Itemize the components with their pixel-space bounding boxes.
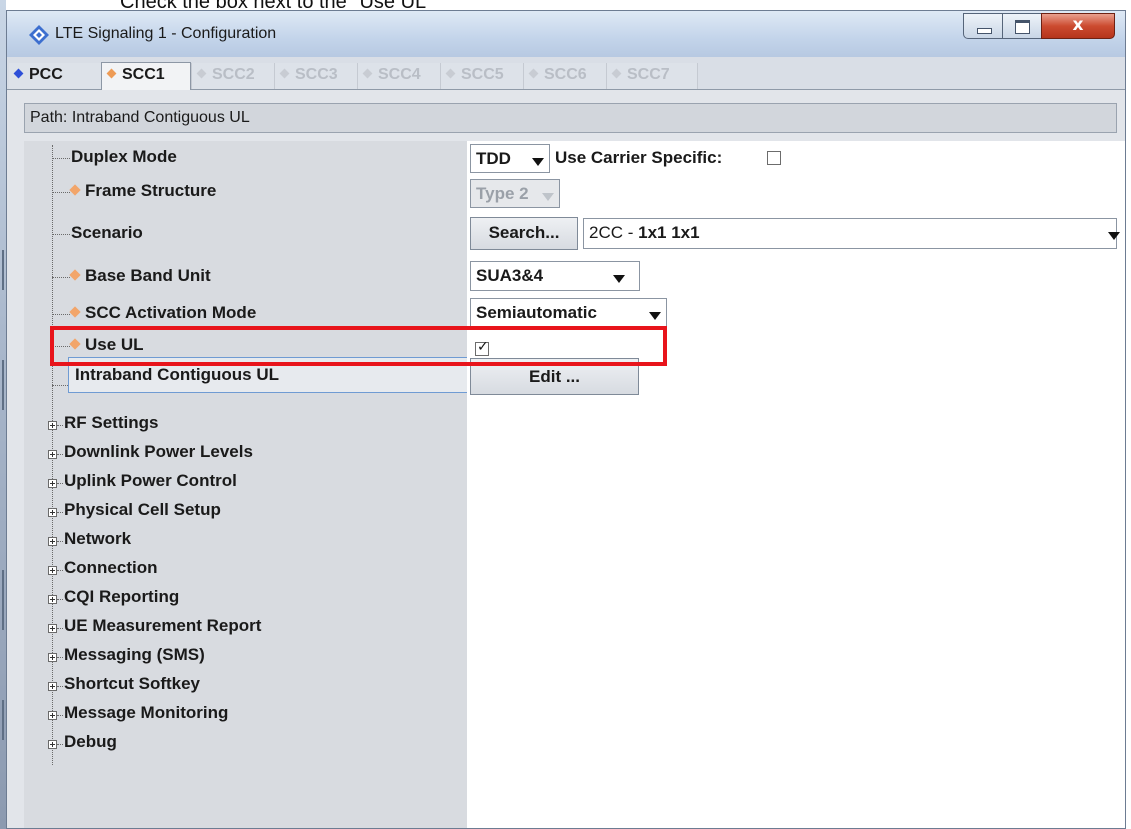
tree-connector [52, 192, 70, 193]
tab-scc5[interactable]: SCC5 [440, 63, 523, 89]
expand-icon[interactable] [48, 740, 57, 749]
close-icon: x [1072, 15, 1084, 35]
minimize-button[interactable] [963, 13, 1003, 39]
gray-diamond-icon [528, 68, 539, 79]
use-carrier-specific-checkbox[interactable] [767, 151, 781, 165]
tree-node-physical-cell-setup[interactable]: Physical Cell Setup [64, 500, 221, 520]
base-band-unit-select[interactable]: SUA3&4 [470, 261, 640, 291]
expand-icon[interactable] [48, 624, 57, 633]
window-title: LTE Signaling 1 - Configuration [55, 25, 277, 42]
expand-icon[interactable] [48, 682, 57, 691]
expand-icon[interactable] [48, 566, 57, 575]
tree-node-connection[interactable]: Connection [64, 558, 158, 578]
tree-node-shortcut-softkey[interactable]: Shortcut Softkey [64, 674, 200, 694]
gray-diamond-icon [279, 68, 290, 79]
orange-diamond-icon [69, 269, 81, 281]
dropdown-arrow-icon [1108, 232, 1120, 240]
blue-diamond-icon [13, 68, 24, 79]
configuration-panel: Path: Intraband Contiguous UL Duplex Mod… [7, 90, 1125, 828]
tree-connector [52, 158, 70, 159]
tab-scc1[interactable]: SCC1 [101, 62, 191, 90]
gray-diamond-icon [611, 68, 622, 79]
tree-node-network[interactable]: Network [64, 529, 131, 549]
expand-icon[interactable] [48, 421, 57, 430]
parameter-values: TDD Use Carrier Specific: Type 2 Search.… [467, 141, 1125, 828]
parameter-tree: Duplex Mode Frame Structure Scenario Bas… [24, 141, 468, 828]
dropdown-arrow-icon [542, 193, 554, 201]
dropdown-arrow-icon [649, 312, 661, 320]
tree-node-downlink-power-levels[interactable]: Downlink Power Levels [64, 442, 253, 462]
scenario-label: Scenario [71, 223, 143, 242]
scenario-search-button[interactable]: Search... [470, 217, 578, 250]
tree-connector [52, 234, 70, 235]
use-ul-highlight-box [50, 326, 667, 366]
tab-scc2[interactable]: SCC2 [191, 63, 274, 89]
scc-activation-mode-label: SCC Activation Mode [69, 303, 256, 323]
scc-activation-mode-select[interactable]: Semiautomatic [470, 298, 667, 328]
expand-icon[interactable] [48, 508, 57, 517]
expand-icon[interactable] [48, 653, 57, 662]
carrier-tab-bar: PCC SCC1 SCC2 SCC3 SCC4 SCC5 SCC6 SCC7 [7, 57, 1125, 90]
orange-diamond-icon [69, 184, 81, 196]
tab-scc7[interactable]: SCC7 [606, 63, 698, 89]
tree-connector [52, 314, 70, 315]
tree-node-uplink-power-control[interactable]: Uplink Power Control [64, 471, 237, 491]
duplex-mode-select[interactable]: TDD [470, 144, 550, 173]
intraband-contiguous-ul-label: Intraband Contiguous UL [75, 365, 279, 384]
dropdown-arrow-icon [532, 158, 544, 166]
rohde-schwarz-logo-icon [29, 25, 49, 45]
path-bar: Path: Intraband Contiguous UL [24, 103, 1117, 133]
duplex-mode-label: Duplex Mode [71, 147, 177, 166]
tab-scc6[interactable]: SCC6 [523, 63, 606, 89]
tree-node-rf-settings[interactable]: RF Settings [64, 413, 158, 433]
tab-scc3[interactable]: SCC3 [274, 63, 357, 89]
tab-pcc[interactable]: PCC [9, 63, 101, 89]
tree-node-messaging-sms[interactable]: Messaging (SMS) [64, 645, 205, 665]
tree-node-cqi-reporting[interactable]: CQI Reporting [64, 587, 179, 607]
path-value: Intraband Contiguous UL [71, 109, 250, 126]
tree-node-ue-measurement-report[interactable]: UE Measurement Report [64, 616, 261, 636]
base-band-unit-label: Base Band Unit [69, 266, 211, 286]
orange-diamond-icon [106, 68, 117, 79]
frame-structure-select[interactable]: Type 2 [470, 179, 560, 208]
title-bar[interactable]: LTE Signaling 1 - Configuration x [7, 11, 1125, 57]
orange-diamond-icon [69, 306, 81, 318]
path-label: Path: [30, 109, 68, 126]
dropdown-arrow-icon [613, 275, 625, 283]
tree-connector [52, 277, 70, 278]
maximize-button[interactable] [1002, 13, 1042, 39]
gray-diamond-icon [445, 68, 456, 79]
frame-structure-label: Frame Structure [69, 181, 216, 201]
expand-icon[interactable] [48, 711, 57, 720]
use-carrier-specific-label: Use Carrier Specific: [555, 148, 723, 167]
expand-icon[interactable] [48, 450, 57, 459]
expand-icon[interactable] [48, 537, 57, 546]
scroll-edge [1117, 304, 1127, 336]
expand-icon[interactable] [48, 479, 57, 488]
tree-node-message-monitoring[interactable]: Message Monitoring [64, 703, 228, 723]
close-button[interactable]: x [1041, 13, 1115, 39]
configuration-window: LTE Signaling 1 - Configuration x PCC SC… [6, 10, 1126, 829]
gray-diamond-icon [362, 68, 373, 79]
expand-icon[interactable] [48, 595, 57, 604]
gray-diamond-icon [196, 68, 207, 79]
tree-node-debug[interactable]: Debug [64, 732, 117, 752]
scenario-select[interactable]: 2CC - 1x1 1x1 [583, 218, 1120, 249]
tab-scc4[interactable]: SCC4 [357, 63, 440, 89]
